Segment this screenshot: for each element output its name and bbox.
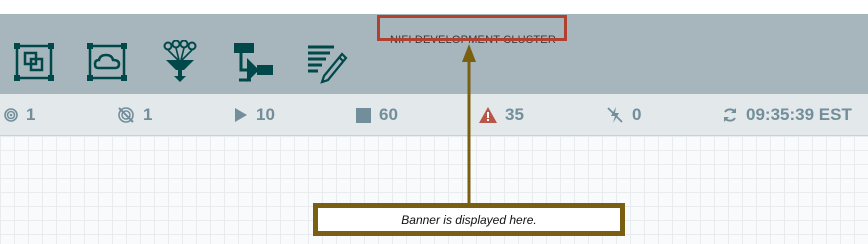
warning-icon <box>479 107 497 123</box>
refresh-status[interactable]: 09:35:39 EST <box>722 105 852 125</box>
not-transmitting-count: 1 <box>143 105 153 124</box>
not-transmitting-icon <box>118 107 134 123</box>
add-process-group-button[interactable] <box>12 40 56 84</box>
play-icon <box>235 108 247 122</box>
status-bar: 1 1 10 60 35 0 09:35:39 EST <box>0 94 868 136</box>
annotation-text: Banner is displayed here. <box>401 212 537 227</box>
annotation-callout: Banner is displayed here. <box>313 203 625 236</box>
disabled-status: 0 <box>606 105 641 125</box>
refresh-icon[interactable] <box>722 107 738 123</box>
remote-process-group-icon <box>87 43 127 81</box>
stop-icon <box>356 107 371 123</box>
transmitting-count: 1 <box>26 105 36 124</box>
banner-highlight-box <box>377 15 567 41</box>
add-label-button[interactable] <box>304 40 348 84</box>
disabled-icon <box>607 107 623 123</box>
funnel-icon <box>163 39 197 82</box>
stopped-count: 60 <box>379 105 398 124</box>
last-refreshed-time: 09:35:39 EST <box>746 105 852 124</box>
invalid-status: 35 <box>479 105 524 125</box>
not-transmitting-status: 1 <box>117 105 152 125</box>
add-funnel-button[interactable] <box>158 39 202 84</box>
add-template-button[interactable] <box>231 40 275 84</box>
running-status: 10 <box>234 105 275 125</box>
stopped-status: 60 <box>356 105 398 125</box>
disabled-count: 0 <box>632 105 642 124</box>
transmitting-icon <box>4 108 18 122</box>
template-icon <box>234 43 273 82</box>
top-banner-strip <box>0 0 868 14</box>
add-remote-process-group-button[interactable] <box>85 40 129 84</box>
invalid-count: 35 <box>505 105 524 124</box>
transmitting-status: 1 <box>4 105 35 125</box>
group-icon <box>14 43 54 81</box>
running-count: 10 <box>256 105 275 124</box>
label-icon <box>308 45 348 84</box>
